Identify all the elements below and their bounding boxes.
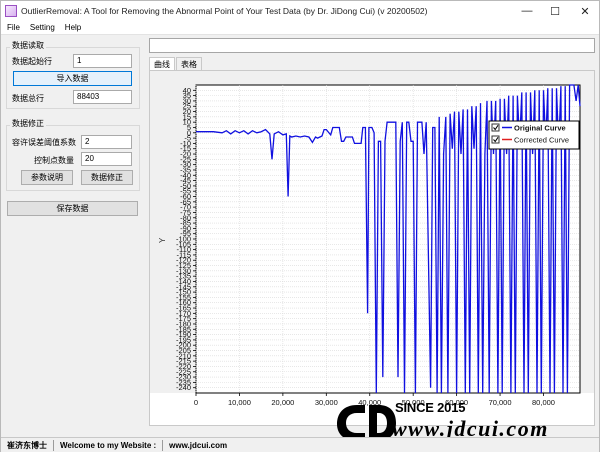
watermark-since: SINCE 2015 [395, 400, 466, 415]
menu-setting[interactable]: Setting [30, 23, 55, 32]
y-axis-label: Y [158, 237, 167, 243]
x-tick-label: 10,000 [228, 398, 251, 407]
total-rows-input[interactable]: 88403 [73, 90, 132, 104]
plot-panel: 40 35 30 25 20 15 10 5 0 -5 -10 -15 -20 -25 -30 -35 -40-… [149, 70, 595, 426]
legend-label-original: Original Curve [514, 124, 566, 133]
status-author: 崔济东博士 [7, 440, 47, 450]
line-chart: 4035302520151050-5-10-15-20-25-30-35-40-… [150, 71, 594, 425]
title-bar: OutlierRemoval: A Tool for Removing the … [1, 1, 599, 21]
app-icon [5, 5, 17, 17]
menu-help[interactable]: Help [65, 23, 81, 32]
file-path-field[interactable] [149, 38, 595, 53]
control-points-label: 控制点数量 [34, 156, 74, 165]
x-tick-label: 20,000 [271, 398, 294, 407]
status-welcome: Welcome to my Website : [60, 440, 157, 450]
read-section-title: 数据读取 [10, 40, 46, 51]
total-rows-label: 数据总行 [12, 94, 44, 103]
menu-bar: File Setting Help [1, 21, 599, 35]
start-row-label: 数据起始行 [12, 57, 52, 66]
correct-data-button[interactable]: 数据修正 [81, 170, 133, 185]
app-window: OutlierRemoval: A Tool for Removing the … [0, 0, 600, 452]
save-data-button[interactable]: 保存数据 [7, 201, 138, 216]
window-title: OutlierRemoval: A Tool for Removing the … [21, 6, 428, 16]
tab-curve[interactable]: 曲线 [149, 57, 175, 71]
status-bar: 崔济东博士 Welcome to my Website : www.jdcui.… [1, 437, 599, 452]
chart-legend[interactable]: Original Curve Corrected Curve [488, 120, 580, 150]
menu-file[interactable]: File [7, 23, 20, 32]
legend-label-corrected: Corrected Curve [514, 136, 569, 145]
correct-section-title: 数据修正 [10, 118, 46, 129]
x-tick-label: 0 [194, 398, 198, 407]
tab-table[interactable]: 表格 [176, 57, 202, 71]
import-data-button[interactable]: 导入数据 [13, 71, 132, 86]
start-row-input[interactable]: 1 [73, 54, 132, 68]
close-button[interactable]: ✕ [567, 1, 600, 21]
view-tabs: 曲线 表格 [149, 57, 203, 71]
y-tick-label: -240 [176, 383, 191, 392]
control-points-input[interactable]: 20 [81, 152, 132, 166]
tolerance-label: 容许误差阈值系数 [12, 138, 76, 147]
param-help-button[interactable]: 参数说明 [21, 170, 73, 185]
status-site-link[interactable]: www.jdcui.com [163, 441, 233, 450]
tolerance-input[interactable]: 2 [81, 135, 132, 149]
